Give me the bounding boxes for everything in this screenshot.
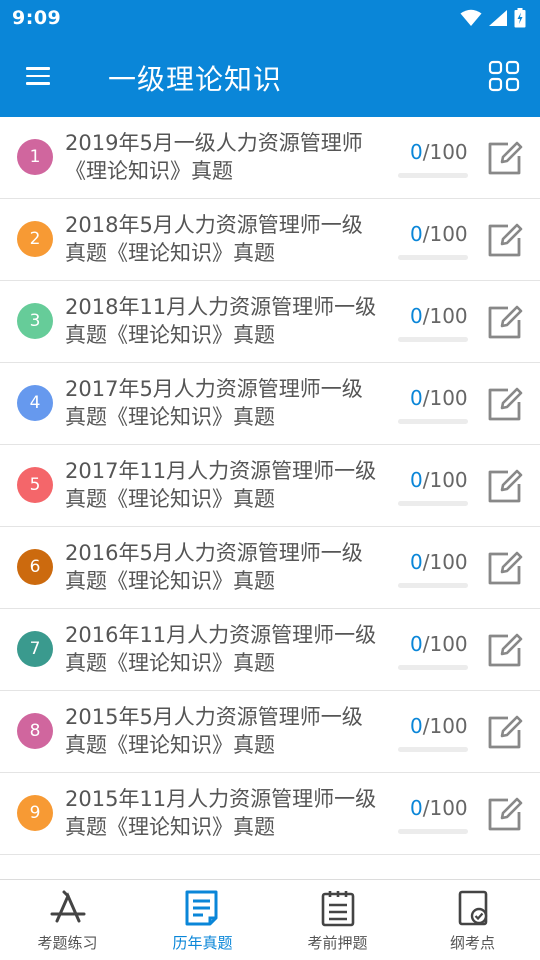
score: 0/100 xyxy=(410,714,468,738)
edit-icon[interactable] xyxy=(486,795,524,833)
edit-icon[interactable] xyxy=(486,631,524,669)
edit-icon[interactable] xyxy=(486,221,524,259)
app-bar: 一级理论知识 xyxy=(0,36,540,117)
edit-icon[interactable] xyxy=(486,303,524,341)
nav-practice[interactable]: 考题练习 xyxy=(0,880,135,960)
exam-title: 2018年5月人力资源管理师一级真题《理论知识》真题 xyxy=(65,213,363,265)
exam-title: 2018年11月人力资源管理师一级真题《理论知识》真题 xyxy=(65,295,377,347)
edit-icon[interactable] xyxy=(486,713,524,751)
status-time: 9:09 xyxy=(12,7,62,29)
score: 0/100 xyxy=(410,468,468,492)
score-total: /100 xyxy=(422,714,468,738)
score-total: /100 xyxy=(422,386,468,410)
list-item[interactable]: 1 2019年5月一级人力资源管理师《理论知识》真题 0/100 xyxy=(0,117,540,199)
progress-bar xyxy=(398,337,468,342)
page-title: 一级理论知识 xyxy=(108,63,283,96)
index-badge: 8 xyxy=(17,713,53,749)
score-done: 0 xyxy=(410,140,423,164)
signal-icon xyxy=(489,10,507,26)
exam-title: 2016年11月人力资源管理师一级真题《理论知识》真题 xyxy=(65,623,377,675)
score-done: 0 xyxy=(410,796,423,820)
exam-title: 2017年11月人力资源管理师一级真题《理论知识》真题 xyxy=(65,459,377,511)
score: 0/100 xyxy=(410,796,468,820)
score-total: /100 xyxy=(422,140,468,164)
list-item[interactable]: 8 2015年5月人力资源管理师一级真题《理论知识》真题 0/100 xyxy=(0,691,540,773)
book-check-icon xyxy=(458,890,487,926)
score-done: 0 xyxy=(410,386,423,410)
nav-key-points[interactable]: 纲考点 xyxy=(405,880,540,960)
nav-label: 考前押题 xyxy=(307,934,368,952)
appstore-icon xyxy=(50,890,85,923)
score-done: 0 xyxy=(410,714,423,738)
list-item[interactable]: 3 2018年11月人力资源管理师一级真题《理论知识》真题 0/100 xyxy=(0,281,540,363)
edit-icon[interactable] xyxy=(486,467,524,505)
list-item[interactable]: 7 2016年11月人力资源管理师一级真题《理论知识》真题 0/100 xyxy=(0,609,540,691)
index-badge: 7 xyxy=(17,631,53,667)
bottom-nav: 考题练习 历年真题 考前押题 纲考点 xyxy=(0,879,540,960)
index-badge: 4 xyxy=(17,385,53,421)
score-done: 0 xyxy=(410,632,423,656)
battery-icon xyxy=(514,8,526,28)
wifi-icon xyxy=(460,9,482,26)
progress-bar xyxy=(398,829,468,834)
score-total: /100 xyxy=(422,550,468,574)
status-bar: 9:09 xyxy=(0,0,540,36)
score: 0/100 xyxy=(410,140,468,164)
exam-title: 2019年5月一级人力资源管理师《理论知识》真题 xyxy=(65,131,363,183)
edit-icon[interactable] xyxy=(486,549,524,587)
grid-icon[interactable] xyxy=(488,60,520,92)
index-badge: 2 xyxy=(17,221,53,257)
progress-bar xyxy=(398,747,468,752)
score-total: /100 xyxy=(422,632,468,656)
progress-bar xyxy=(398,583,468,588)
menu-icon[interactable] xyxy=(26,62,58,92)
exam-title: 2016年5月人力资源管理师一级真题《理论知识》真题 xyxy=(65,541,363,593)
edit-icon[interactable] xyxy=(486,385,524,423)
list-item[interactable]: 6 2016年5月人力资源管理师一级真题《理论知识》真题 0/100 xyxy=(0,527,540,609)
list-item[interactable]: 4 2017年5月人力资源管理师一级真题《理论知识》真题 0/100 xyxy=(0,363,540,445)
clipboard-icon xyxy=(321,891,354,927)
progress-bar xyxy=(398,255,468,260)
index-badge: 1 xyxy=(17,139,53,175)
score-done: 0 xyxy=(410,222,423,246)
nav-predictions[interactable]: 考前押题 xyxy=(270,880,405,960)
list-item[interactable]: 9 2015年11月人力资源管理师一级真题《理论知识》真题 0/100 xyxy=(0,773,540,855)
edit-icon[interactable] xyxy=(486,139,524,177)
nav-label: 纲考点 xyxy=(449,934,495,952)
score-total: /100 xyxy=(422,304,468,328)
exam-list: 1 2019年5月一级人力资源管理师《理论知识》真题 0/100 2 2018年… xyxy=(0,117,540,855)
progress-bar xyxy=(398,501,468,506)
document-icon xyxy=(185,890,217,926)
exam-title: 2017年5月人力资源管理师一级真题《理论知识》真题 xyxy=(65,377,363,429)
score-total: /100 xyxy=(422,468,468,492)
list-item[interactable]: 5 2017年11月人力资源管理师一级真题《理论知识》真题 0/100 xyxy=(0,445,540,527)
score: 0/100 xyxy=(410,222,468,246)
index-badge: 6 xyxy=(17,549,53,585)
score-done: 0 xyxy=(410,468,423,492)
exam-title: 2015年5月人力资源管理师一级真题《理论知识》真题 xyxy=(65,705,363,757)
nav-label: 考题练习 xyxy=(37,934,98,952)
score: 0/100 xyxy=(410,304,468,328)
status-icons xyxy=(460,8,526,28)
nav-past-exams[interactable]: 历年真题 xyxy=(135,880,270,960)
progress-bar xyxy=(398,173,468,178)
score-total: /100 xyxy=(422,222,468,246)
score: 0/100 xyxy=(410,386,468,410)
progress-bar xyxy=(398,665,468,670)
nav-label: 历年真题 xyxy=(172,934,233,952)
index-badge: 9 xyxy=(17,795,53,831)
score-done: 0 xyxy=(410,550,423,574)
index-badge: 3 xyxy=(17,303,53,339)
score: 0/100 xyxy=(410,550,468,574)
score: 0/100 xyxy=(410,632,468,656)
score-total: /100 xyxy=(422,796,468,820)
exam-title: 2015年11月人力资源管理师一级真题《理论知识》真题 xyxy=(65,787,377,839)
score-done: 0 xyxy=(410,304,423,328)
list-item[interactable]: 2 2018年5月人力资源管理师一级真题《理论知识》真题 0/100 xyxy=(0,199,540,281)
index-badge: 5 xyxy=(17,467,53,503)
progress-bar xyxy=(398,419,468,424)
